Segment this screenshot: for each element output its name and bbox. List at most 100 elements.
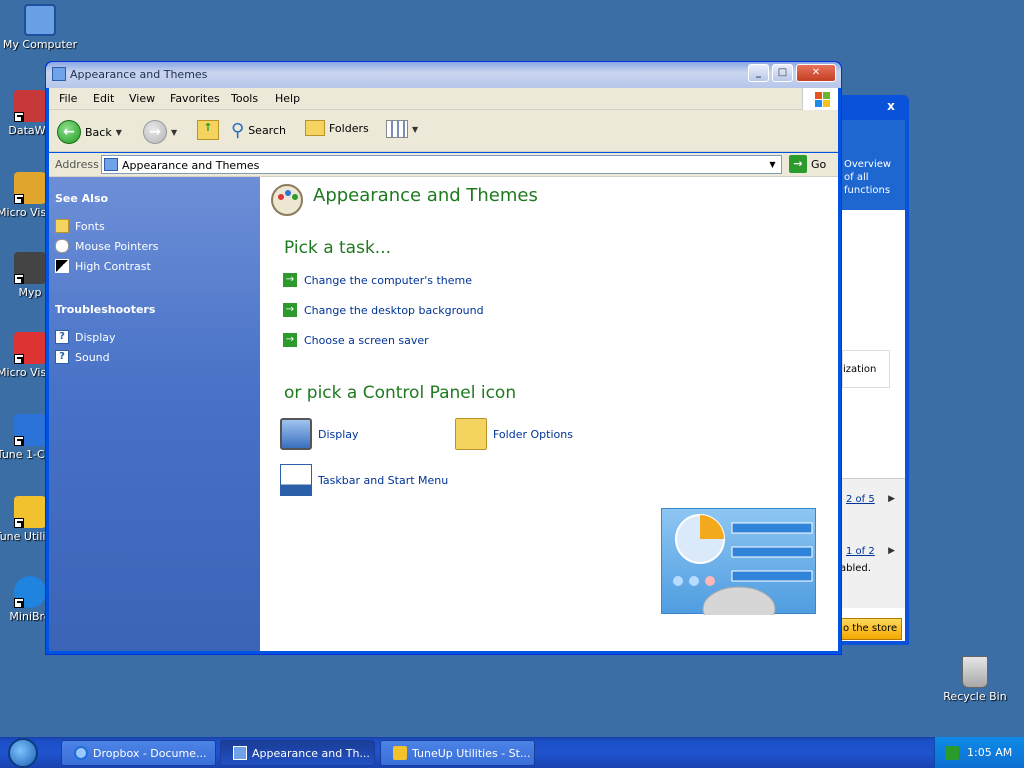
minimize-button[interactable]: _ (748, 64, 769, 82)
back-arrow-icon: ← (57, 120, 81, 144)
arrow-right-icon: → (283, 303, 297, 317)
menu-bar: File Edit View Favorites Tools Help (49, 88, 838, 110)
network-icon[interactable] (945, 746, 959, 760)
menu-favorites[interactable]: Favorites (170, 92, 220, 105)
cp-icon-taskbar-start-menu[interactable]: Taskbar and Start Menu (280, 464, 448, 496)
recycle-bin-icon (962, 656, 988, 688)
address-input[interactable]: Appearance and Themes ▼ (101, 155, 782, 174)
chevron-down-icon[interactable]: ▼ (116, 128, 122, 137)
arrow-right-icon: → (283, 333, 297, 347)
menu-edit[interactable]: Edit (93, 92, 114, 105)
control-panel-icon (233, 746, 247, 760)
close-icon[interactable]: x (881, 99, 901, 116)
app-icon (14, 332, 46, 364)
page-link-2[interactable]: 1 of 2 (846, 546, 875, 557)
control-panel-icon (104, 158, 118, 171)
main-pane: Appearance and Themes Pick a task... → C… (260, 177, 838, 651)
troubleshooter-display[interactable]: ? Display (55, 330, 116, 344)
status-text: abled. (840, 563, 871, 574)
search-icon: ⚲ (231, 120, 245, 141)
windows-logo-icon (802, 88, 838, 110)
see-also-mouse-pointers[interactable]: Mouse Pointers (55, 239, 159, 253)
menu-help[interactable]: Help (275, 92, 300, 105)
page-link-1[interactable]: 2 of 5 (846, 494, 875, 505)
app-icon (14, 576, 46, 608)
search-button[interactable]: ⚲ Search (231, 120, 286, 141)
help-icon: ? (55, 350, 69, 364)
palette-icon (271, 184, 303, 216)
views-icon (386, 120, 408, 138)
chevron-down-icon: ▼ (412, 124, 419, 134)
desktop-icon-label: My Computer (2, 38, 78, 51)
task-label: Change the desktop background (304, 303, 484, 317)
task-label: Change the computer's theme (304, 273, 472, 287)
folders-button[interactable]: Folders (305, 120, 369, 136)
next-arrow-icon[interactable]: ▶ (888, 546, 895, 556)
task-change-background[interactable]: → Change the desktop background (283, 303, 484, 317)
desktop-icon-label: Recycle Bin (943, 690, 1007, 703)
go-arrow-icon: → (789, 155, 807, 173)
back-button[interactable]: ← Back ▼ (57, 120, 122, 144)
desktop-icon-my-computer[interactable]: My Computer (2, 4, 78, 51)
troubleshooter-label: Display (75, 330, 116, 344)
task-pane: See Also Fonts Mouse Pointers High Contr… (49, 177, 260, 651)
chevron-down-icon[interactable]: ▼ (765, 157, 780, 172)
content-area: See Also Fonts Mouse Pointers High Contr… (49, 177, 838, 651)
task-screen-saver[interactable]: → Choose a screen saver (283, 333, 429, 347)
store-button[interactable]: o the store (840, 618, 902, 640)
cp-icon-folder-options[interactable]: Folder Options (455, 418, 573, 450)
cp-icon-label: Folder Options (493, 427, 573, 441)
pick-task-heading: Pick a task... (284, 238, 392, 258)
app-icon (14, 252, 46, 284)
folder-icon (305, 120, 325, 136)
troubleshooters-heading: Troubleshooters (55, 303, 156, 316)
cp-icon-label: Taskbar and Start Menu (318, 473, 449, 487)
up-folder-button[interactable]: ↑ (197, 120, 219, 140)
tuneup-icon (393, 746, 407, 760)
app-icon (14, 90, 46, 122)
title-bar[interactable]: Appearance and Themes _ □ ✕ (46, 62, 841, 88)
overview-link[interactable]: Overview of all functions (840, 120, 905, 210)
control-panel-icon (52, 67, 66, 81)
page-title: Appearance and Themes (313, 185, 538, 206)
info-panel: 2 of 5 ▶ 1 of 2 ▶ abled. (840, 478, 905, 608)
go-label: Go (811, 157, 827, 171)
see-also-heading: See Also (55, 192, 109, 205)
taskbar-button-tuneup[interactable]: TuneUp Utilities - St... (380, 740, 535, 766)
app-icon (14, 414, 46, 446)
menu-tools[interactable]: Tools (231, 92, 258, 105)
taskbar-button-label: Dropbox - Docume... (93, 746, 207, 760)
taskbar: Dropbox - Docume... Appearance and Th...… (0, 737, 1024, 768)
desktop-icon-recycle-bin[interactable]: Recycle Bin (937, 656, 1013, 703)
menu-view[interactable]: View (129, 92, 155, 105)
clock[interactable]: 1:05 AM (967, 746, 1012, 759)
background-window[interactable]: x Overview of all functions ization 2 of… (836, 95, 909, 645)
see-also-high-contrast[interactable]: High Contrast (55, 259, 151, 273)
address-value: Appearance and Themes (122, 159, 260, 172)
chevron-down-icon[interactable]: ▼ (171, 128, 177, 137)
background-window-body: Overview of all functions ization 2 of 5… (840, 120, 905, 641)
go-button[interactable]: → Go (789, 155, 826, 173)
taskbar-button-dropbox[interactable]: Dropbox - Docume... (61, 740, 216, 766)
see-also-fonts[interactable]: Fonts (55, 219, 105, 233)
views-button[interactable]: ▼ (386, 120, 418, 138)
app-icon (14, 496, 46, 528)
forward-button[interactable]: → ▼ (143, 120, 177, 144)
help-icon: ? (55, 330, 69, 344)
folder-options-icon (455, 418, 487, 450)
task-change-theme[interactable]: → Change the computer's theme (283, 273, 472, 287)
address-bar: Address Appearance and Themes ▼ → Go (49, 153, 838, 177)
explorer-window: Appearance and Themes _ □ ✕ File Edit Vi… (45, 61, 842, 655)
appearance-illustration-icon (661, 508, 816, 632)
start-button-icon[interactable] (8, 738, 38, 768)
cp-icon-label: Display (318, 427, 359, 441)
taskbar-button-appearance[interactable]: Appearance and Th... (220, 740, 375, 766)
window-title: Appearance and Themes (70, 68, 208, 81)
menu-file[interactable]: File (59, 92, 77, 105)
close-button[interactable]: ✕ (796, 64, 836, 82)
troubleshooter-sound[interactable]: ? Sound (55, 350, 110, 364)
next-arrow-icon[interactable]: ▶ (888, 494, 895, 504)
system-tray: 1:05 AM (934, 737, 1024, 768)
cp-icon-display[interactable]: Display (280, 418, 359, 450)
maximize-button[interactable]: □ (772, 64, 793, 82)
